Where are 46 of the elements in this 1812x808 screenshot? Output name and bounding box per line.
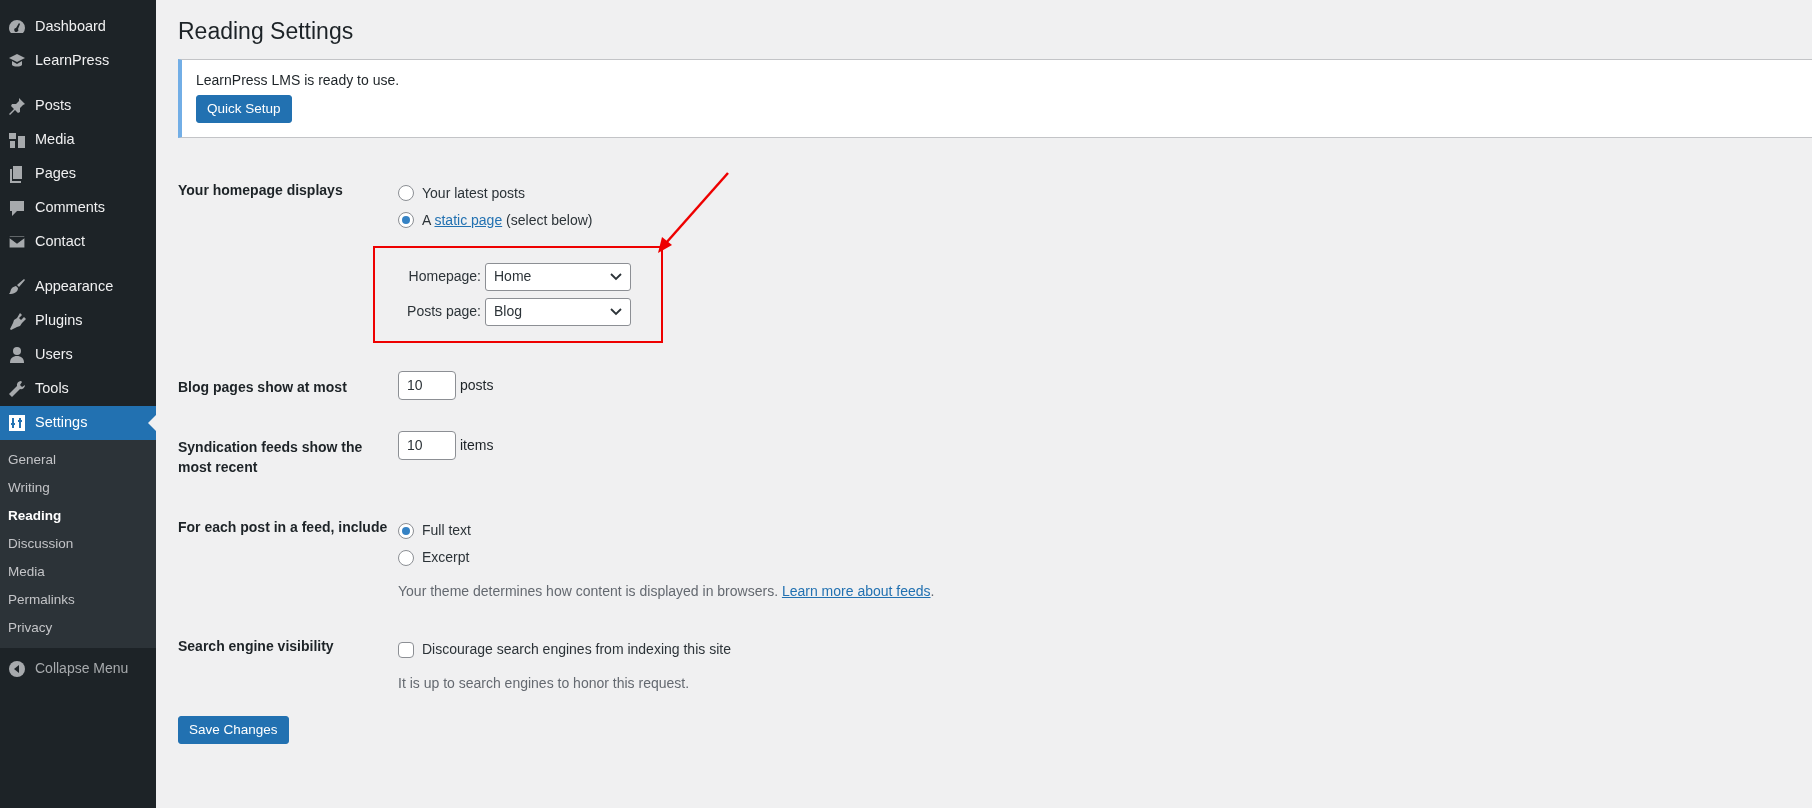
submenu-item[interactable]: Writing: [0, 474, 156, 502]
menu-item[interactable]: Posts: [0, 89, 156, 123]
menu-item[interactable]: Contact: [0, 225, 156, 259]
collapse-menu-link[interactable]: Collapse Menu: [35, 658, 129, 679]
field-label: Blog pages show at most: [178, 356, 398, 417]
menu-item[interactable]: Tools: [0, 372, 156, 406]
number-field[interactable]: 10: [398, 430, 456, 460]
option-label: A static page (select below): [422, 210, 593, 230]
select-label: Homepage:: [408, 267, 481, 287]
checkbox-label: Discourage search engines from indexing this site: [422, 640, 731, 660]
save-changes-button[interactable]: Save Changes: [178, 716, 289, 745]
menu-item[interactable]: Appearance: [0, 270, 156, 304]
menu-item[interactable]: Pages: [0, 157, 156, 191]
menu-item[interactable]: Settings: [0, 406, 156, 440]
select-field[interactable]: Blog: [485, 297, 631, 326]
submenu-item[interactable]: General: [0, 446, 156, 474]
menu-item[interactable]: Users: [0, 338, 156, 372]
menu-item[interactable]: Comments: [0, 191, 156, 225]
field-label: Syndication feeds show the most recent: [178, 416, 398, 498]
submenu-item[interactable]: Reading: [0, 502, 156, 530]
submenu-item[interactable]: Discussion: [0, 530, 156, 558]
number-field[interactable]: 10: [398, 370, 456, 400]
page-title: Reading Settings: [178, 18, 355, 46]
field-label: For each post in a feed, include: [178, 497, 398, 617]
link[interactable]: static page: [434, 211, 503, 228]
field-label: Search engine visibility: [178, 616, 398, 709]
quick-setup-button[interactable]: Quick Setup: [196, 94, 292, 123]
menu-item[interactable]: Media: [0, 123, 156, 157]
description-text: It is up to search engines to honor this request.: [398, 675, 690, 692]
select-field[interactable]: Home: [485, 262, 631, 291]
notice-text: LearnPress LMS is ready to use.: [196, 70, 401, 90]
menu-item[interactable]: Dashboard: [0, 10, 156, 44]
unit-label: posts: [460, 375, 494, 395]
unit-label: items: [460, 435, 494, 455]
description-text: Your theme determines how content is displayed in browsers. Learn more about feeds.: [398, 583, 935, 600]
select-label: Posts page:: [407, 302, 481, 322]
submenu-item[interactable]: Privacy: [0, 614, 156, 642]
submenu-item[interactable]: Media: [0, 558, 156, 586]
option-label: Your latest posts: [422, 183, 525, 203]
field-label: Your homepage displays: [178, 159, 398, 357]
menu-item[interactable]: Plugins: [0, 304, 156, 338]
option-label: Full text: [422, 521, 471, 541]
option-label: Excerpt: [422, 548, 470, 568]
submenu-item[interactable]: Permalinks: [0, 586, 156, 614]
link[interactable]: Learn more about feeds: [781, 583, 931, 600]
menu-item[interactable]: LearnPress: [0, 44, 156, 78]
